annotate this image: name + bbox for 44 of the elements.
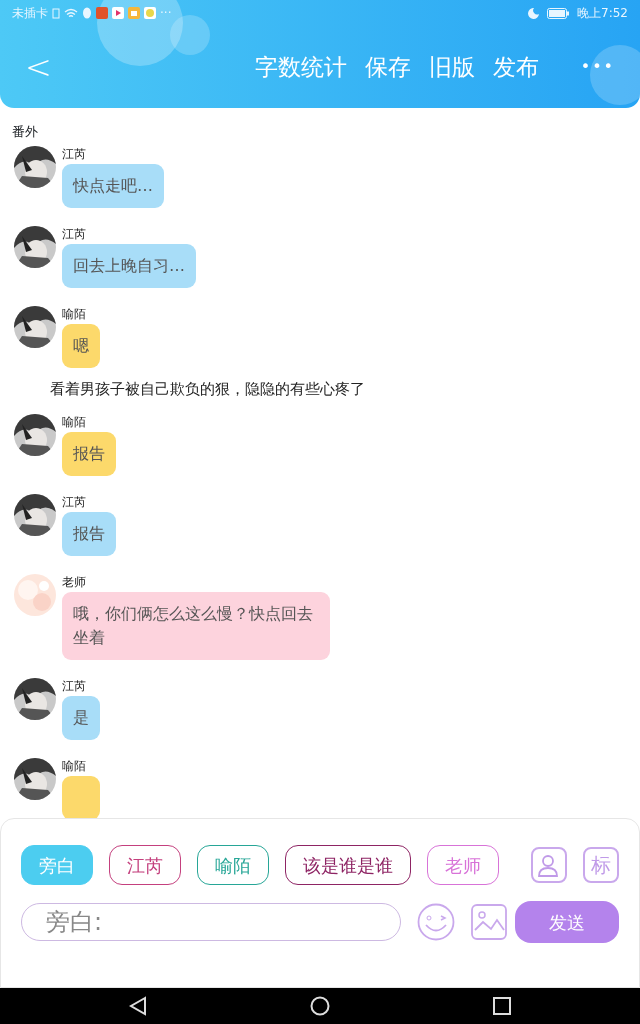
header-action[interactable]: 保存: [355, 49, 420, 85]
message-bubble: 嗯: [62, 323, 100, 368]
battery-icon: [547, 7, 570, 19]
sender-name: 老师: [62, 574, 87, 590]
recent-apps-icon[interactable]: [492, 997, 511, 1015]
sender-name: 江芮: [62, 678, 87, 694]
send-button[interactable]: 发送: [515, 901, 619, 943]
role-chip[interactable]: 旁白: [21, 845, 93, 885]
message-bubble: 回去上晚自习…: [62, 243, 196, 288]
role-chip[interactable]: 江芮: [109, 845, 181, 885]
chapter-title: 番外: [11, 123, 39, 141]
header-action[interactable]: 发布: [483, 49, 548, 85]
message-bubble: 快点走吧…: [62, 163, 164, 208]
narration-text: 看着男孩子被自己欺负的狠，隐隐的有些心疼了: [49, 378, 366, 400]
message-bubble: 报告: [62, 512, 116, 556]
sender-name: 喻陌: [62, 305, 87, 322]
role-chip[interactable]: 该是谁是谁: [285, 845, 411, 885]
message-bubble: 报告: [62, 432, 116, 476]
smiley-icon: [144, 7, 156, 19]
header-action[interactable]: 旧版: [419, 49, 484, 85]
more-button[interactable]: •••: [571, 55, 624, 79]
tag-button[interactable]: 标: [583, 847, 619, 883]
sender-name: 江芮: [62, 494, 87, 510]
sender-name: 江芮: [62, 145, 87, 162]
app-icon: [96, 7, 108, 19]
message-bubble: 是: [62, 696, 100, 740]
message-bubble: 哦，你们俩怎么这么慢？快点回去坐着: [62, 592, 330, 660]
sender-name: 喻陌: [62, 758, 87, 774]
role-chip[interactable]: 老师: [427, 845, 499, 885]
sender-name: 喻陌: [62, 414, 87, 430]
role-chip[interactable]: 喻陌: [197, 845, 269, 885]
moon-icon: [528, 7, 540, 19]
back-button[interactable]: <: [16, 43, 61, 91]
play-icon: [112, 7, 124, 19]
more-text: ···: [160, 5, 172, 22]
sender-name: 江芮: [62, 225, 87, 242]
carrier-text: 未插卡: [12, 5, 48, 22]
wifi-icon: [64, 7, 78, 19]
back-icon[interactable]: [129, 996, 148, 1016]
header-action[interactable]: 字数统计: [245, 49, 356, 85]
clock-text: 晚上7:52: [577, 5, 628, 22]
home-icon[interactable]: [310, 996, 330, 1016]
message-input[interactable]: 旁白:: [21, 903, 401, 941]
sim-icon: [52, 7, 60, 19]
